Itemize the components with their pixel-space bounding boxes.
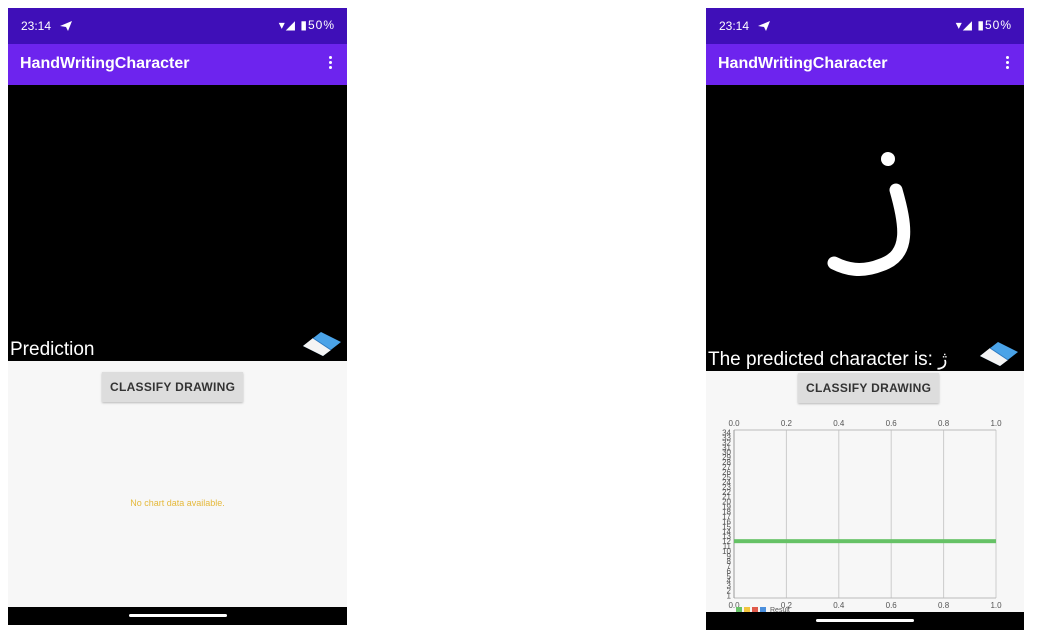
status-time: 23:14 <box>21 19 52 33</box>
overflow-menu-icon[interactable] <box>327 55 333 73</box>
app-title: HandWritingCharacter <box>20 55 190 72</box>
app-bar: HandWritingCharacter <box>8 44 347 85</box>
x-tick-label-top: 0.6 <box>886 419 898 428</box>
eraser-icon[interactable] <box>978 338 1020 368</box>
app-title: HandWritingCharacter <box>718 55 888 72</box>
classify-drawing-button[interactable]: CLASSIFY DRAWING <box>102 372 244 402</box>
result-bar-chart: 0.00.00.20.20.40.40.60.60.80.81.01.01234… <box>722 419 1002 612</box>
x-tick-label-top: 0.8 <box>938 419 950 428</box>
x-tick-label-top: 0.4 <box>833 419 845 428</box>
status-icons: ▾◢ ▮50% <box>278 18 335 32</box>
phone-screen-result: 23:14 ▾◢ ▮50% HandWritingCharacter The p… <box>706 8 1024 630</box>
data-bar <box>734 539 996 544</box>
navigation-bar <box>8 607 347 625</box>
drawing-canvas[interactable]: Prediction <box>8 85 347 361</box>
x-tick-label-top: 0.0 <box>728 419 740 428</box>
home-gesture-pill[interactable] <box>816 619 914 622</box>
x-tick-label-bottom: 0.6 <box>886 601 898 610</box>
status-icons: ▾◢ ▮50% <box>955 18 1012 32</box>
eraser-icon[interactable] <box>301 328 343 358</box>
x-tick-label-bottom: 0.4 <box>833 601 845 610</box>
status-time: 23:14 <box>719 19 750 33</box>
x-tick-label-top: 0.2 <box>781 419 793 428</box>
x-tick-label-bottom: 1.0 <box>990 601 1002 610</box>
phone-screen-empty: 23:14 ▾◢ ▮50% HandWritingCharacter Predi… <box>8 8 347 625</box>
home-gesture-pill[interactable] <box>128 614 227 617</box>
drawing-canvas[interactable]: The predicted character is: ژ <box>706 85 1024 371</box>
x-tick-label-bottom: 0.8 <box>938 601 950 610</box>
telegram-icon <box>758 21 770 31</box>
app-bar: HandWritingCharacter <box>706 44 1024 85</box>
prediction-label: Prediction <box>10 339 95 360</box>
telegram-icon <box>60 21 72 31</box>
y-tick-label: 34 <box>722 428 731 437</box>
x-tick-label-top: 1.0 <box>990 419 1002 428</box>
handwritten-stroke <box>827 152 911 276</box>
status-bar: 23:14 ▾◢ ▮50% <box>706 8 1024 44</box>
classify-drawing-button[interactable]: CLASSIFY DRAWING <box>798 373 940 403</box>
chart-empty-message: No chart data available. <box>130 498 225 508</box>
prediction-label: The predicted character is: ژ <box>708 349 948 370</box>
overflow-menu-icon[interactable] <box>1004 55 1010 73</box>
status-bar: 23:14 ▾◢ ▮50% <box>8 8 347 44</box>
navigation-bar <box>706 612 1024 630</box>
